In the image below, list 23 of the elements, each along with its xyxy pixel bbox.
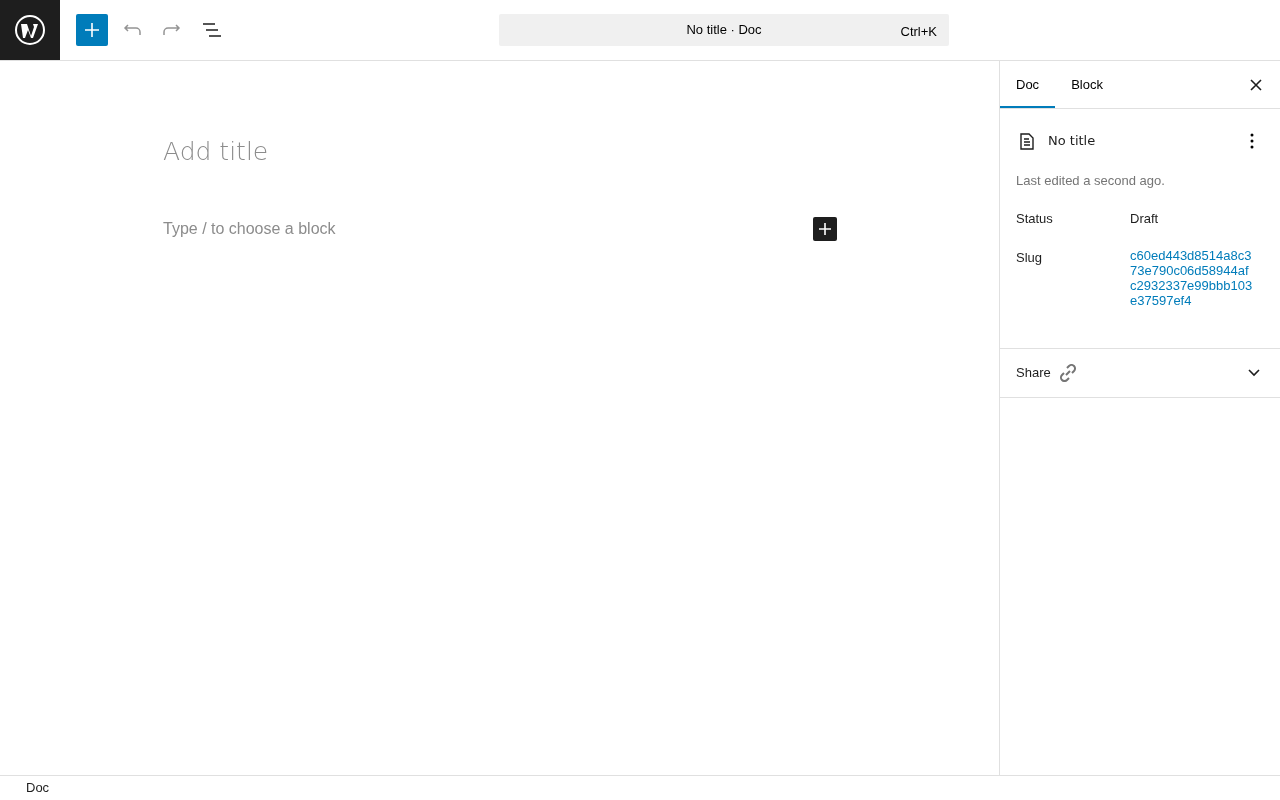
add-block-button[interactable] <box>813 216 837 241</box>
document-title: No title <box>1048 132 1096 151</box>
command-bar[interactable]: No title · Doc Ctrl+K <box>499 14 949 46</box>
breadcrumb-item[interactable]: Doc <box>26 778 50 798</box>
plus-icon <box>85 23 99 37</box>
undo-icon <box>123 24 141 36</box>
status-value[interactable]: Draft <box>1130 208 1159 228</box>
chevron-down-icon[interactable] <box>1248 369 1260 377</box>
field-label: Status <box>1016 209 1054 228</box>
sidebar-tab[interactable]: Block <box>1055 61 1119 108</box>
share-label[interactable]: Share <box>1016 363 1051 383</box>
slug-link[interactable]: c60ed443d8514a8c373e790c06d58944afc2932337e99bbb103e37597ef4 <box>1130 248 1254 308</box>
last-edited-text: Last edited a second ago. <box>1016 172 1166 190</box>
document-icon <box>1020 132 1034 150</box>
more-options-icon <box>1250 133 1254 149</box>
wordpress-logo-icon[interactable] <box>14 14 46 46</box>
sidebar-tab[interactable]: Doc <box>1000 61 1056 108</box>
close-icon <box>1250 78 1262 91</box>
link-icon[interactable] <box>1058 364 1077 382</box>
redo-icon <box>163 24 181 36</box>
plus-icon <box>819 222 831 235</box>
field-label: Slug <box>1016 249 1044 267</box>
list-view-icon <box>203 23 221 37</box>
